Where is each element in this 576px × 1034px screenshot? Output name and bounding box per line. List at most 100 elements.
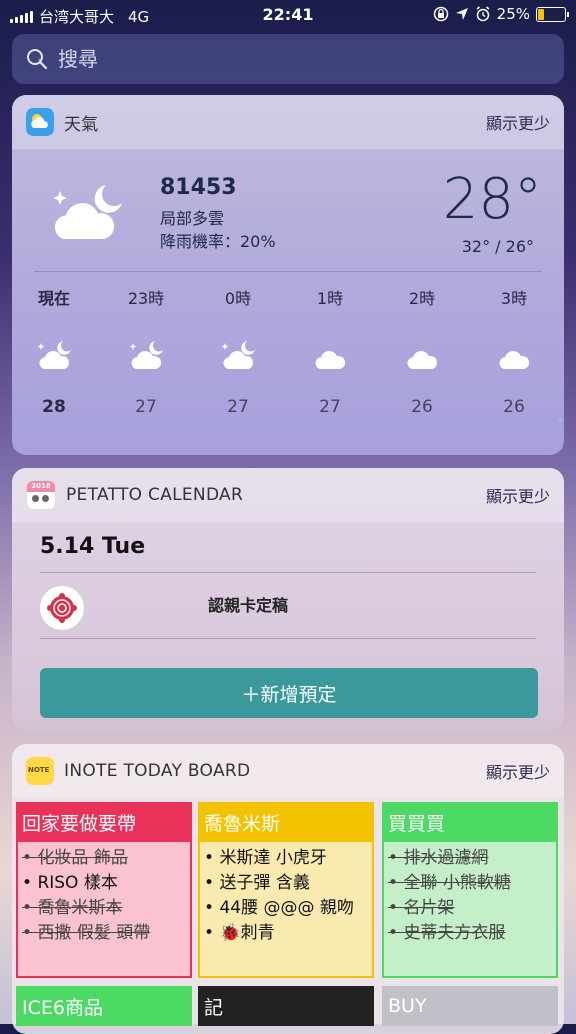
bullet: • (22, 848, 38, 868)
bullet: • (22, 873, 38, 893)
hourly-label: 1時 (316, 289, 344, 308)
weather-temperature-range: 32° / 26° (461, 237, 534, 256)
hourly-temperature: 27 (227, 397, 249, 417)
note-card-body: • 排水過濾網 • 全聯 小熊軟糖 • 名片架 • 史蒂夫方衣服 (382, 842, 558, 978)
note-card-title: 喬魯米斯 (198, 802, 374, 842)
calendar-date: 5.14 Tue (40, 534, 146, 559)
note-item: • 全聯 小熊軟糖 (388, 871, 552, 896)
bullet: • (204, 848, 220, 868)
search-icon (27, 49, 48, 70)
hourly-label: 0時 (224, 289, 252, 308)
weather-widget[interactable]: 天氣 顯示更少 81453 局部多雲 降雨機率：20% 28° 32° / 26… (12, 95, 564, 455)
weather-current: 81453 局部多雲 降雨機率：20% 28° 32° / 26° (12, 149, 564, 273)
calendar-icon-year: 2018 (27, 481, 55, 492)
search-input[interactable] (56, 46, 540, 72)
weather-show-less-button[interactable]: 顯示更少 (486, 110, 550, 134)
add-event-button[interactable]: ＋新增預定 (40, 668, 538, 718)
bullet: • (22, 898, 38, 918)
hourly-temperature: 27 (135, 397, 157, 417)
note-item: • 喬魯米斯本 (22, 896, 186, 921)
note-item-text: 排水過濾網 (403, 848, 489, 868)
note-item: • 44腰 @@@ 親吻 (204, 896, 368, 921)
calendar-app-name: PETATTO CALENDAR (66, 485, 244, 505)
note-item-text: 全聯 小熊軟糖 (403, 873, 511, 893)
note-card[interactable]: 喬魯米斯 • 米斯達 小虎牙 • 送子彈 含義 • 44腰 @@@ 親吻 • 🐞刺青 (198, 802, 374, 978)
bullet: • (388, 848, 404, 868)
bullet: • (204, 898, 220, 918)
inote-icon-label: NOTE (28, 766, 50, 774)
note-item-text: 化妝品 飾品 (37, 848, 128, 868)
inote-app-icon: NOTE (26, 757, 54, 785)
rotation-lock-icon (433, 6, 448, 22)
note-item: • RISO 樣本 (22, 871, 186, 896)
hourly-label: 23時 (127, 289, 165, 308)
event-flower-icon (40, 586, 84, 630)
search-bar[interactable] (12, 34, 564, 84)
weather-divider (34, 271, 542, 272)
note-card[interactable]: BUY (382, 986, 558, 1026)
alarm-icon (476, 6, 490, 22)
weather-app-icon (26, 108, 54, 136)
calendar-divider (40, 638, 536, 639)
note-item-text: 史蒂夫方衣服 (403, 923, 506, 943)
note-item-text: 名片架 (403, 898, 455, 918)
weather-rain-chance: 降雨機率：20% (160, 232, 276, 251)
bullet: • (388, 923, 404, 943)
note-card-title: ICE6商品 (16, 986, 192, 1026)
hourly-label: 現在 (37, 289, 70, 308)
calendar-widget[interactable]: 2018 PETATTO CALENDAR 顯示更少 5.14 Tue 認親卡定… (12, 468, 564, 730)
inote-widget[interactable]: NOTE INOTE TODAY BOARD 顯示更少 回家要做要帶 • 化妝品 … (12, 744, 564, 1034)
note-card[interactable]: ICE6商品 (16, 986, 192, 1026)
note-item-text: 西撒 假髮 頭帶 (37, 923, 151, 943)
hourly-forecast-item: 現在 28 (14, 285, 94, 417)
note-item: • 米斯達 小虎牙 (204, 846, 368, 871)
note-card-title: 記 (198, 986, 374, 1026)
note-card-body: • 米斯達 小虎牙 • 送子彈 含義 • 44腰 @@@ 親吻 • 🐞刺青 (198, 842, 374, 978)
note-card[interactable]: 買買買 • 排水過濾網 • 全聯 小熊軟糖 • 名片架 • 史蒂夫方衣服 (382, 802, 558, 978)
partly-cloudy-night-icon (129, 341, 163, 369)
note-item: • 🐞刺青 (204, 921, 368, 946)
note-item-text: 🐞刺青 (219, 923, 275, 943)
note-item: • 西撒 假髮 頭帶 (22, 921, 186, 946)
bullet: • (204, 873, 220, 893)
calendar-event[interactable]: 認親卡定稿 (40, 586, 536, 638)
note-item: • 送子彈 含義 (204, 871, 368, 896)
hourly-label: 2時 (408, 289, 436, 308)
hourly-forecast-item: 3時 26 (474, 285, 554, 417)
hourly-temperature: 26 (503, 397, 525, 417)
inote-show-less-button[interactable]: 顯示更少 (486, 759, 550, 783)
event-title: 認親卡定稿 (208, 596, 289, 615)
hourly-forecast-item: 2時 26 (382, 285, 462, 417)
hourly-temperature: 26 (411, 397, 433, 417)
note-card[interactable]: 記 (198, 986, 374, 1026)
petatto-calendar-app-icon: 2018 (26, 480, 56, 510)
location-icon (455, 8, 468, 20)
partly-cloudy-night-icon (37, 341, 71, 369)
note-item: • 名片架 (388, 896, 552, 921)
hourly-temperature: 28 (42, 397, 66, 417)
note-card-title: 回家要做要帶 (16, 802, 192, 842)
calendar-widget-header: 2018 PETATTO CALENDAR 顯示更少 (12, 468, 564, 522)
note-card-title: BUY (382, 986, 558, 1026)
note-item-text: 送子彈 含義 (219, 873, 310, 893)
weather-temperature: 28° (442, 167, 542, 232)
note-item: • 史蒂夫方衣服 (388, 921, 552, 946)
partly-cloudy-night-icon (53, 185, 122, 239)
bullet: • (22, 923, 38, 943)
partly-cloudy-night-icon (221, 341, 255, 369)
note-item-text: RISO 樣本 (37, 873, 118, 893)
hourly-temperature: 27 (319, 397, 341, 417)
note-card-title: 買買買 (382, 802, 558, 842)
note-card[interactable]: 回家要做要帶 • 化妝品 飾品 • RISO 樣本 • 喬魯米斯本 • 西撒 假髮 頭帶 (16, 802, 192, 978)
weather-widget-header: 天氣 顯示更少 (12, 95, 564, 149)
inote-widget-header: NOTE INOTE TODAY BOARD 顯示更少 (12, 744, 564, 798)
calendar-show-less-button[interactable]: 顯示更少 (486, 483, 550, 507)
note-item-text: 米斯達 小虎牙 (219, 848, 327, 868)
cloud-icon (499, 351, 530, 369)
note-item: • 化妝品 飾品 (22, 846, 186, 871)
cloud-icon (315, 351, 346, 369)
weather-location: 81453 (160, 175, 237, 200)
note-item-text: 44腰 @@@ 親吻 (219, 898, 354, 918)
weather-hourly-forecast: 現在 28 23時 27 0時 27 1時 27 2時 26 3時 26 (12, 285, 564, 435)
battery-percent: 25% (496, 5, 530, 23)
